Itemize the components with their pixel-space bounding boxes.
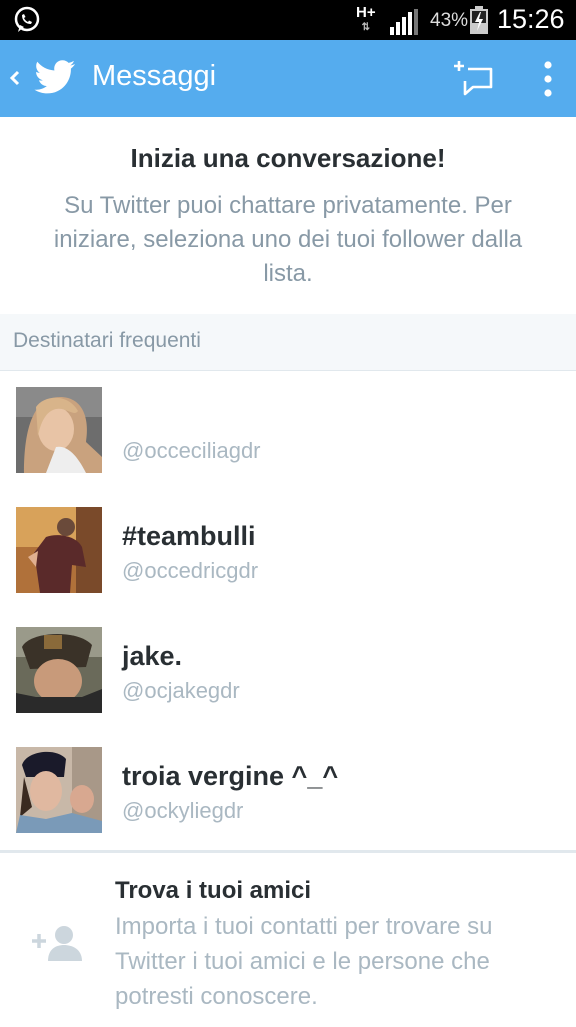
- intro-title: Inizia una conversazione!: [130, 143, 446, 173]
- avatar: [16, 627, 102, 713]
- status-clock: 15:26: [497, 4, 565, 34]
- contact-row[interactable]: troia vergine ^_^ @ockyliegdr: [0, 731, 576, 852]
- back-chevron-icon[interactable]: [6, 62, 24, 94]
- contact-handle: @occedricgdr: [122, 558, 259, 583]
- battery-percent: 43%: [430, 10, 469, 31]
- contact-name: jake.: [122, 641, 183, 671]
- frequent-recipients-header: Destinatari frequenti: [0, 314, 576, 371]
- network-type: H+ ⇅: [356, 4, 376, 33]
- contact-row[interactable]: #teambulli @occedricgdr: [0, 491, 576, 612]
- avatar: [16, 387, 102, 473]
- contact-handle: @occeciliagdr: [122, 438, 261, 463]
- status-bar: H+ ⇅ 43% 15:26: [0, 0, 576, 40]
- avatar: [16, 507, 102, 593]
- empty-state-intro: Inizia una conversazione! Su Twitter puo…: [0, 117, 576, 314]
- intro-text: Su Twitter puoi chattare privatamente. P…: [53, 192, 523, 287]
- overflow-menu-icon[interactable]: [538, 60, 558, 98]
- find-friends-item[interactable]: Trova i tuoi amici Importa i tuoi contat…: [0, 850, 576, 1027]
- battery-charging-icon: [470, 6, 488, 34]
- new-message-icon[interactable]: [453, 59, 495, 99]
- signal-icon: [390, 9, 418, 35]
- whatsapp-icon: [14, 6, 40, 32]
- contact-handle: @ockyliegdr: [122, 798, 244, 823]
- page-title: Messaggi: [92, 60, 217, 92]
- section-header-label: Destinatari frequenti: [13, 329, 201, 352]
- contact-row[interactable]: @occeciliagdr: [0, 371, 576, 492]
- network-arrows-icon: ⇅: [361, 22, 370, 33]
- app-header: Messaggi: [0, 40, 576, 117]
- twitter-bird-icon: [34, 60, 75, 94]
- contact-handle: @ocjakegdr: [122, 678, 240, 703]
- contact-name: troia vergine ^_^: [122, 761, 339, 791]
- add-person-icon: [32, 926, 82, 961]
- find-friends-text: Importa i tuoi contatti per trovare su T…: [115, 913, 493, 1010]
- contact-name: #teambulli: [122, 521, 256, 551]
- contact-row[interactable]: jake. @ocjakegdr: [0, 611, 576, 732]
- find-friends-title: Trova i tuoi amici: [115, 877, 312, 904]
- avatar: [16, 747, 102, 833]
